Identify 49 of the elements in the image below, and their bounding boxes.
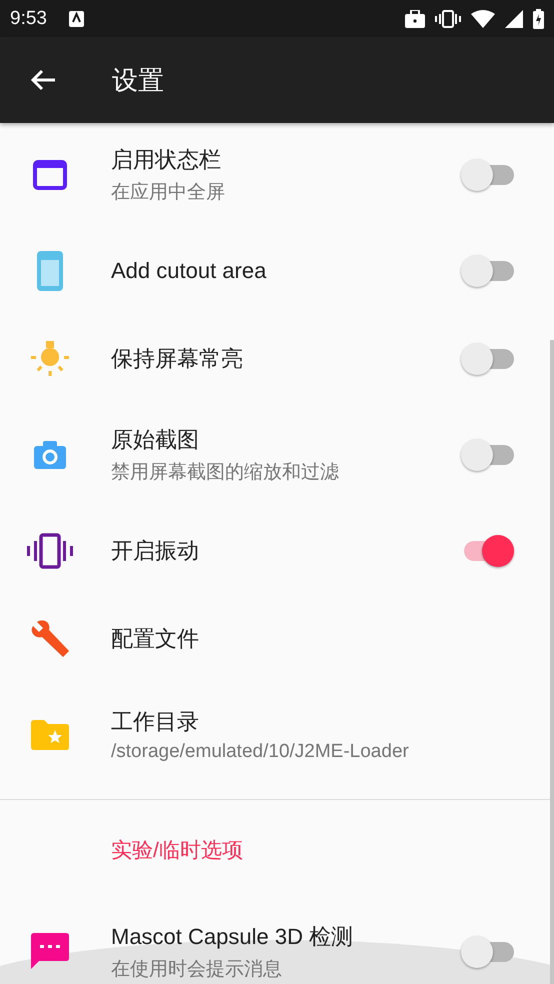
setting-summary: 禁用屏幕截图的缩放和过滤 [111,461,340,485]
wrench-icon [28,618,70,660]
settings-row[interactable]: 原始截图 禁用屏幕截图的缩放和过滤 [0,403,554,507]
light-bulb-icon [30,341,68,377]
settings-row[interactable]: 配置文件 [0,595,554,683]
toggle-switch[interactable] [460,935,516,969]
setting-title: 开启振动 [111,537,200,565]
setting-summary: /storage/emulated/10/J2ME-Loader [111,741,410,763]
setting-title: 启用状态栏 [111,146,222,174]
switch-thumb[interactable] [461,439,493,471]
settings-row[interactable]: Add cutout area [0,227,554,315]
switch-thumb[interactable] [461,343,493,375]
status-time: 9:53 [10,8,47,30]
toggle-switch[interactable] [460,438,516,472]
section-header: 实验/临时选项 [111,838,243,864]
toggle-switch[interactable] [460,158,516,192]
app-bar-title: 设置 [112,64,164,96]
setting-title: Add cutout area [111,258,268,284]
back-arrow-icon [30,69,56,91]
setting-summary: 在应用中全屏 [111,181,226,205]
setting-title: 原始截图 [111,426,200,454]
settings-row[interactable]: 启用状态栏 在应用中全屏 [0,123,554,227]
briefcase-icon [405,10,425,28]
wifi-icon [471,10,495,28]
switch-thumb[interactable] [461,255,493,287]
vibrate-icon [26,533,72,569]
settings-row[interactable]: 工作目录 /storage/emulated/10/J2ME-Loader [0,683,554,787]
signal-icon [505,10,523,28]
switch-thumb[interactable] [461,936,493,968]
keyboard-icon [68,10,84,26]
window-icon [32,159,68,191]
setting-title: Mascot Capsule 3D 检测 [111,923,354,951]
toggle-switch[interactable] [460,254,516,288]
message-icon [30,933,68,971]
switch-thumb[interactable] [461,159,493,191]
toggle-switch[interactable] [460,342,516,376]
vibrate-icon [435,10,461,28]
camera-icon [32,440,66,470]
settings-row[interactable]: 开启振动 [0,507,554,595]
battery-charging-icon [533,8,544,28]
setting-title: 配置文件 [111,625,200,653]
phone-icon [36,250,64,292]
setting-title: 工作目录 [111,708,200,736]
setting-title: 保持屏幕常亮 [111,345,244,373]
settings-row[interactable]: 保持屏幕常亮 [0,315,554,403]
switch-thumb[interactable] [482,535,514,567]
folder-star-icon [30,720,68,750]
settings-row[interactable]: Mascot Capsule 3D 检测 在使用时会提示消息 [0,900,554,984]
setting-summary: 在使用时会提示消息 [111,958,283,982]
